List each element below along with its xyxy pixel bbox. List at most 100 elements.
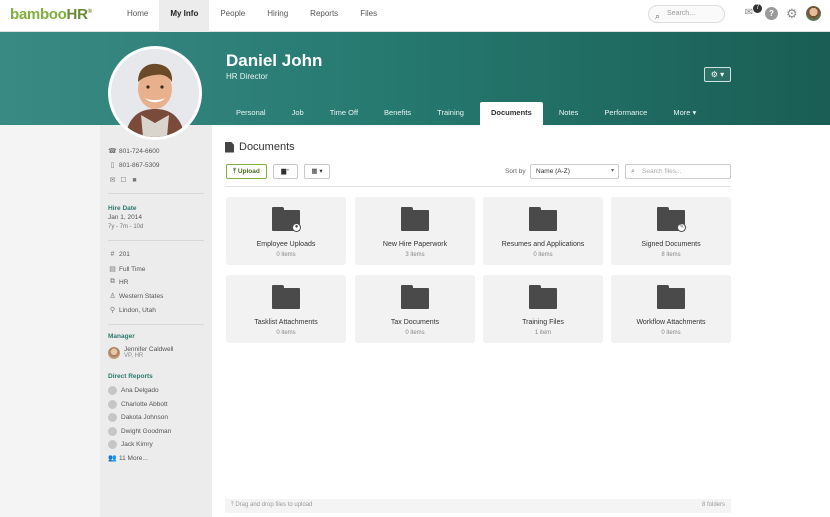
social-links: ✉ ☐ ■ bbox=[108, 176, 141, 185]
work-phone[interactable]: 801-724-6600 bbox=[119, 148, 159, 155]
folder-icon bbox=[657, 285, 685, 309]
mobile-phone[interactable]: 801-867-5309 bbox=[119, 162, 159, 169]
email-icon[interactable]: ✉ bbox=[108, 176, 117, 184]
manager-card[interactable]: Jennifer Caldwell VP, HR bbox=[108, 346, 174, 359]
folder-icon bbox=[272, 285, 300, 309]
sidebar-divider bbox=[108, 240, 204, 241]
folder-card[interactable]: Workflow Attachments 0 items bbox=[611, 275, 731, 343]
chevron-down-icon: ▾ bbox=[317, 168, 323, 175]
main-nav: Home My Info People Hiring Reports Files bbox=[116, 0, 388, 32]
direct-reports-more[interactable]: 👥 11 More... bbox=[108, 454, 148, 463]
detail-division: ♙ Western States bbox=[108, 292, 164, 301]
folder-name: New Hire Paperwork bbox=[382, 241, 448, 248]
app-root: bambooHR® Home My Info People Hiring Rep… bbox=[0, 0, 830, 517]
documents-panel: Documents ⤒ Upload ▆⁺ ▦ ▾ Sort by Name (… bbox=[212, 125, 830, 517]
settings-gear-icon[interactable]: ⚙ bbox=[786, 6, 798, 22]
nav-files[interactable]: Files bbox=[349, 0, 388, 32]
folder-plus-icon: ▆⁺ bbox=[281, 168, 290, 175]
location-pin-icon: ⚲ bbox=[109, 307, 116, 314]
folder-card[interactable]: Resumes and Applications 0 items bbox=[483, 197, 603, 265]
tab-performance[interactable]: Performance bbox=[594, 102, 657, 125]
global-search-input[interactable]: ⌕ Search... bbox=[648, 5, 725, 23]
folder-icon bbox=[401, 285, 429, 309]
mobile-phone-row: ▯ 801-867-5309 bbox=[108, 161, 160, 170]
drag-drop-text: Drag and drop files to upload bbox=[235, 502, 313, 508]
direct-report-name: Charlotte Abbott bbox=[121, 401, 168, 408]
work-phone-row: ☎ 801-724-6600 bbox=[108, 147, 159, 156]
nav-home[interactable]: Home bbox=[116, 0, 159, 32]
folder-card[interactable]: New Hire Paperwork 3 items bbox=[355, 197, 475, 265]
sort-select[interactable]: Name (A-Z) ▾ bbox=[530, 164, 619, 179]
folder-count: 0 items bbox=[276, 330, 296, 336]
help-icon[interactable]: ? bbox=[765, 7, 778, 20]
folder-name: Workflow Attachments bbox=[636, 319, 706, 326]
tab-benefits[interactable]: Benefits bbox=[374, 102, 421, 125]
nav-my-info[interactable]: My Info bbox=[159, 0, 210, 32]
search-icon: ⌕ bbox=[655, 11, 661, 21]
detail-employee-number: #201 bbox=[108, 251, 130, 258]
toolbar-divider bbox=[225, 186, 731, 187]
folder-card[interactable]: Tax Documents 0 items bbox=[355, 275, 475, 343]
tab-more[interactable]: More ▾ bbox=[663, 102, 706, 125]
manager-avatar bbox=[108, 346, 120, 359]
employee-sidebar: ☎ 801-724-6600 ▯ 801-867-5309 ✉ ☐ ■ Hire… bbox=[100, 125, 212, 517]
nav-hiring[interactable]: Hiring bbox=[256, 0, 299, 32]
folder-count: 1 item bbox=[534, 330, 552, 336]
tab-job[interactable]: Job bbox=[282, 102, 314, 125]
tab-training[interactable]: Training bbox=[427, 102, 474, 125]
search-icon: ⌕ bbox=[631, 168, 635, 175]
folder-card[interactable]: ✎ Signed Documents 8 items bbox=[611, 197, 731, 265]
person-icon bbox=[108, 400, 117, 409]
drop-zone-footer[interactable]: ⤒ Drag and drop files to upload 8 folder… bbox=[225, 499, 731, 513]
folder-name: Training Files bbox=[522, 319, 564, 326]
id-card-icon: ▤ bbox=[109, 266, 116, 273]
nav-reports[interactable]: Reports bbox=[299, 0, 349, 32]
top-navigation: bambooHR® Home My Info People Hiring Rep… bbox=[0, 0, 830, 32]
direct-report-name: Dwight Goodman bbox=[121, 428, 172, 435]
folder-count: 0 items bbox=[405, 330, 425, 336]
file-search-placeholder: Search files... bbox=[642, 168, 682, 175]
folder-card[interactable]: ● Employee Uploads 0 items bbox=[226, 197, 346, 265]
direct-report-item[interactable]: Charlotte Abbott bbox=[108, 400, 168, 409]
pen-badge-icon: ✎ bbox=[677, 223, 686, 232]
folder-name: Tax Documents bbox=[390, 319, 440, 326]
tab-documents[interactable]: Documents bbox=[479, 102, 543, 125]
folder-card[interactable]: Tasklist Attachments 0 items bbox=[226, 275, 346, 343]
hash-icon: # bbox=[110, 251, 115, 258]
tab-notes[interactable]: Notes bbox=[549, 102, 589, 125]
new-folder-button[interactable]: ▆⁺ bbox=[273, 164, 298, 179]
employee-name: Daniel John bbox=[226, 51, 323, 70]
direct-report-name: Dakota Johnson bbox=[121, 414, 168, 421]
file-search-input[interactable]: ⌕ Search files... bbox=[625, 164, 731, 179]
profile-photo[interactable] bbox=[108, 46, 202, 140]
person-icon bbox=[108, 427, 117, 436]
nav-people[interactable]: People bbox=[209, 0, 256, 32]
folder-card[interactable]: Training Files 1 item bbox=[483, 275, 603, 343]
direct-report-item[interactable]: Dwight Goodman bbox=[108, 427, 171, 436]
tab-personal[interactable]: Personal bbox=[226, 102, 276, 125]
profile-settings-button[interactable]: ⚙ ▾ bbox=[704, 67, 731, 82]
upload-button[interactable]: ⤒ Upload bbox=[226, 164, 267, 179]
detail-value: Western States bbox=[119, 292, 164, 300]
hire-date-label: Hire Date bbox=[108, 205, 137, 212]
tab-time-off[interactable]: Time Off bbox=[320, 102, 368, 125]
manager-name[interactable]: Jennifer Caldwell bbox=[124, 346, 174, 353]
folder-name: Employee Uploads bbox=[256, 241, 316, 248]
sidebar-divider bbox=[108, 324, 204, 325]
people-group-icon: 👥 bbox=[108, 455, 117, 462]
twitter-icon[interactable]: ☐ bbox=[119, 176, 128, 184]
manager-label: Manager bbox=[108, 333, 135, 340]
direct-report-item[interactable]: Ana Delgado bbox=[108, 386, 159, 395]
facebook-icon[interactable]: ■ bbox=[130, 177, 139, 184]
bamboohr-logo[interactable]: bambooHR® bbox=[10, 6, 92, 23]
person-icon bbox=[108, 440, 117, 449]
direct-report-item[interactable]: Dakota Johnson bbox=[108, 413, 168, 422]
folder-count: 8 items bbox=[661, 252, 681, 258]
chevron-down-icon: ▾ bbox=[717, 70, 725, 79]
user-avatar[interactable] bbox=[806, 6, 821, 21]
hire-date-value: Jan 1, 2014 bbox=[108, 214, 142, 221]
chevron-down-icon: ▾ bbox=[610, 168, 614, 174]
view-toggle-button[interactable]: ▦ ▾ bbox=[304, 164, 330, 179]
direct-report-item[interactable]: Jack Kimry bbox=[108, 440, 153, 449]
folder-count: 0 items bbox=[276, 252, 296, 258]
